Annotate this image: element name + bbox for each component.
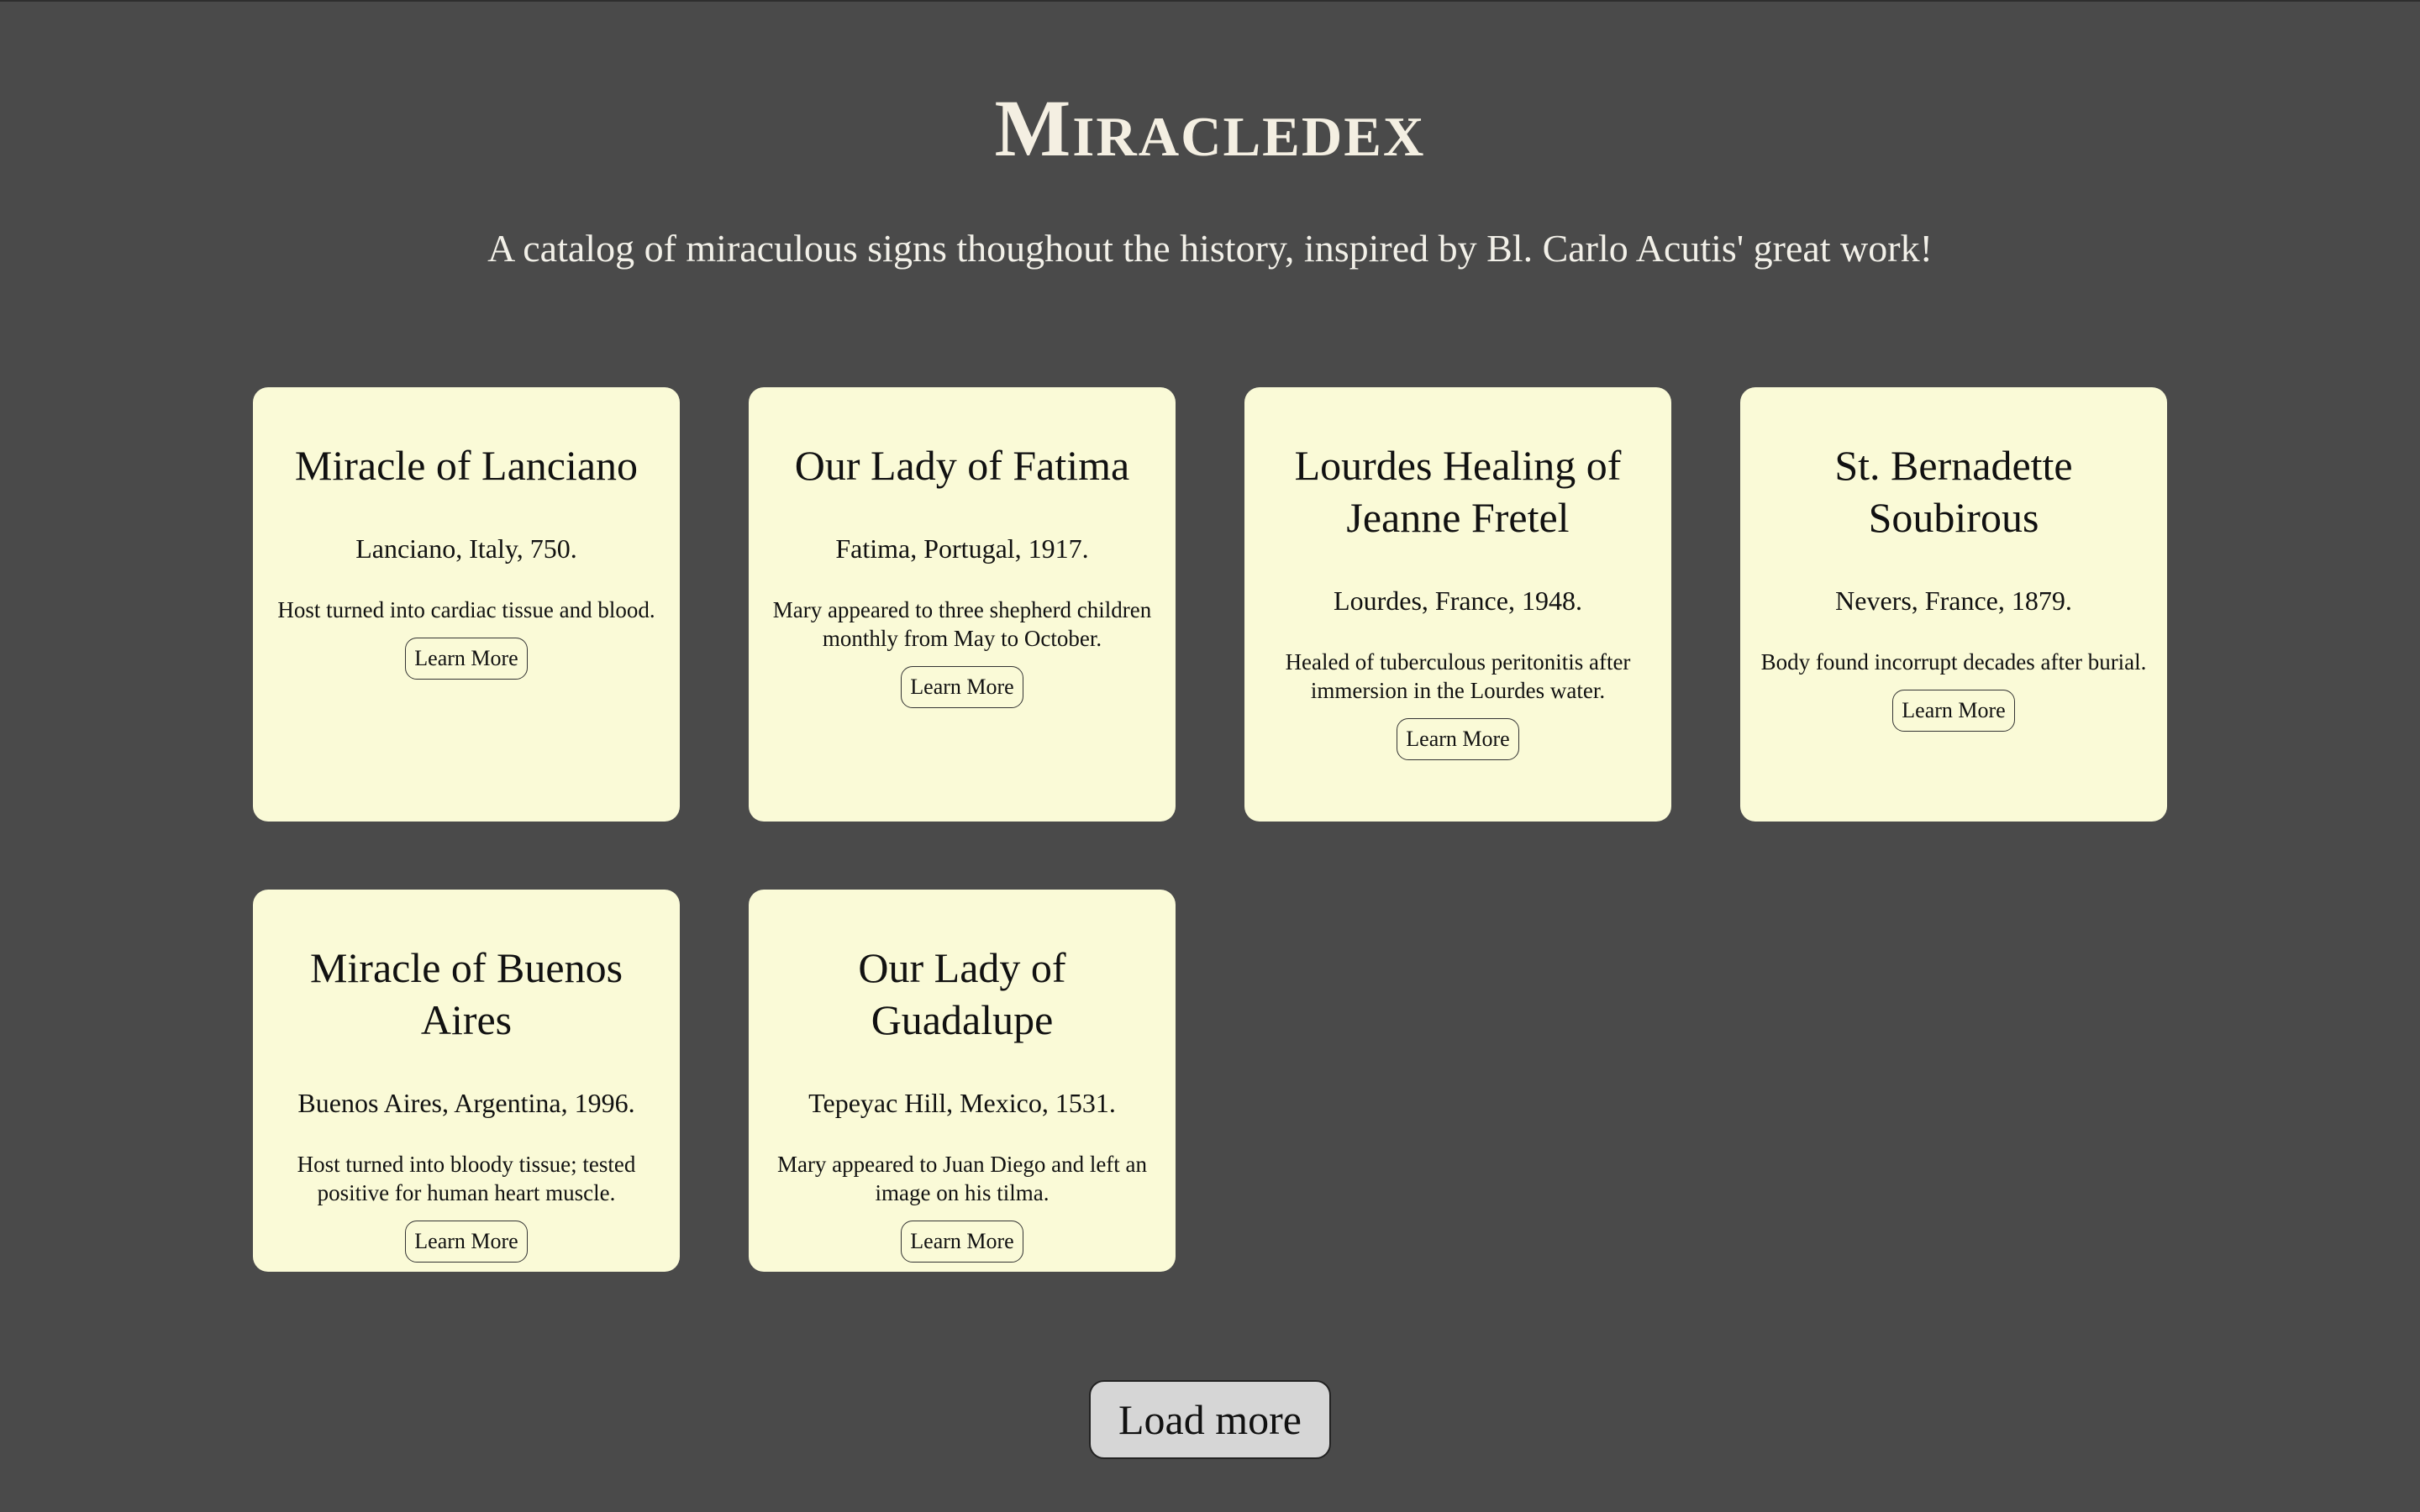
learn-more-button[interactable]: Learn More xyxy=(405,1221,528,1263)
learn-more-button[interactable]: Learn More xyxy=(1892,690,2015,732)
card-description: Host turned into cardiac tissue and bloo… xyxy=(277,597,655,622)
card-location-date: Tepeyac Hill, Mexico, 1531. xyxy=(808,1088,1116,1118)
learn-more-button[interactable]: Learn More xyxy=(901,666,1023,708)
card-title: Miracle of Lanciano xyxy=(294,442,639,489)
card-description: Mary appeared to three shepherd children… xyxy=(772,597,1152,651)
card-description: Healed of tuberculous peritonitis after … xyxy=(1285,649,1631,703)
miracle-card-lourdes: Lourdes Healing of Jeanne Fretel Lourdes… xyxy=(1244,387,1671,822)
learn-more-button[interactable]: Learn More xyxy=(405,638,528,680)
card-location-date: Lourdes, France, 1948. xyxy=(1334,585,1582,616)
card-description: Body found incorrupt decades after buria… xyxy=(1760,649,2147,675)
card-location-date: Fatima, Portugal, 1917. xyxy=(835,533,1089,564)
card-title: Miracle of Buenos Aires xyxy=(309,944,623,1043)
miracle-card-grid: Miracle of Lanciano Lanciano, Italy, 750… xyxy=(253,387,2169,1272)
miracle-card-lanciano: Miracle of Lanciano Lanciano, Italy, 750… xyxy=(253,387,680,822)
miracle-card-buenos-aires: Miracle of Buenos Aires Buenos Aires, Ar… xyxy=(253,890,680,1272)
load-more-button[interactable]: Load more xyxy=(1089,1380,1331,1459)
card-title: St. Bernadette Soubirous xyxy=(1834,442,2073,541)
site-title: Miracledex xyxy=(994,83,1426,173)
miracle-card-bernadette: St. Bernadette Soubirous Nevers, France,… xyxy=(1740,387,2167,822)
learn-more-button[interactable]: Learn More xyxy=(901,1221,1023,1263)
card-location-date: Nevers, France, 1879. xyxy=(1835,585,2072,616)
card-location-date: Lanciano, Italy, 750. xyxy=(355,533,577,564)
miracle-card-guadalupe: Our Lady of Guadalupe Tepeyac Hill, Mexi… xyxy=(749,890,1176,1272)
card-location-date: Buenos Aires, Argentina, 1996. xyxy=(297,1088,635,1118)
miracle-card-fatima: Our Lady of Fatima Fatima, Portugal, 191… xyxy=(749,387,1176,822)
learn-more-button[interactable]: Learn More xyxy=(1397,718,1519,760)
site-tagline: A catalog of miraculous signs thoughout … xyxy=(487,227,1933,270)
card-description: Host turned into bloody tissue; tested p… xyxy=(297,1152,636,1205)
card-title: Lourdes Healing of Jeanne Fretel xyxy=(1294,442,1622,541)
card-description: Mary appeared to Juan Diego and left an … xyxy=(776,1152,1148,1205)
card-title: Our Lady of Guadalupe xyxy=(858,944,1066,1043)
card-title: Our Lady of Fatima xyxy=(794,442,1130,489)
